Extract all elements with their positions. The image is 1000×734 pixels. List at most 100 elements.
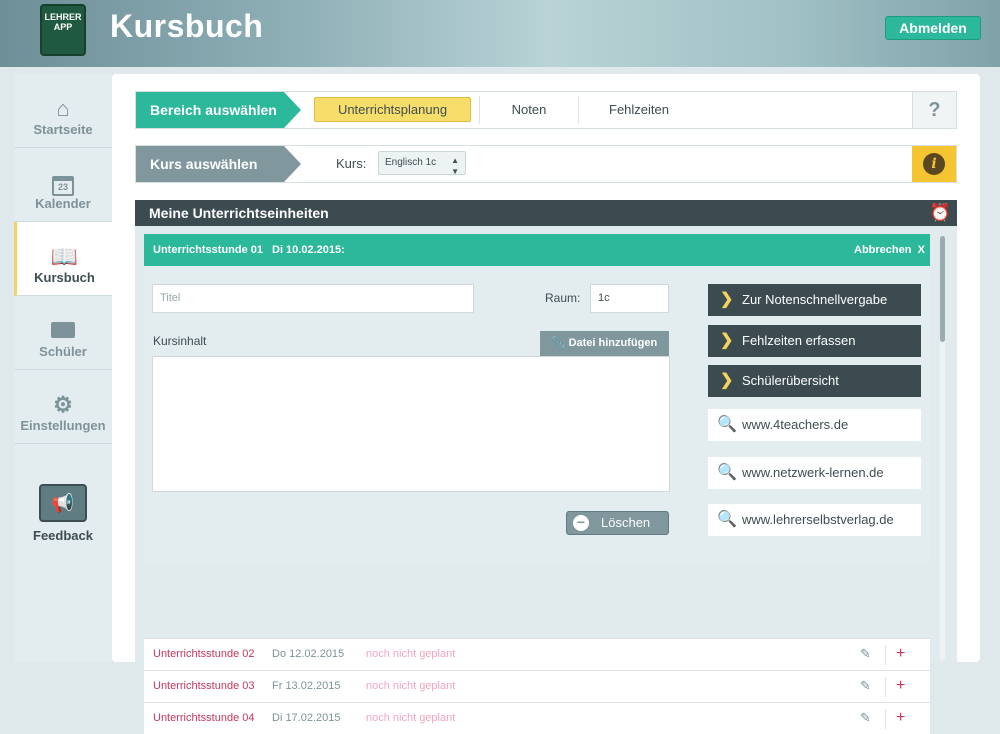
magnifier-icon: 🔍 bbox=[717, 511, 737, 528]
row-divider bbox=[885, 645, 886, 665]
feedback-label: Feedback bbox=[33, 528, 93, 543]
logout-button[interactable]: Abmelden bbox=[885, 16, 981, 40]
tab-noten[interactable]: Noten bbox=[480, 92, 578, 128]
lesson-name: Unterrichtsstunde 03 bbox=[153, 680, 255, 692]
scrollbar-thumb[interactable] bbox=[940, 236, 945, 342]
scrollbar[interactable] bbox=[940, 236, 945, 660]
panel-title: Meine Unterrichtseinheiten bbox=[149, 205, 329, 221]
course-bar-title: Kurs auswählen bbox=[136, 146, 301, 182]
link-label: www.netzwerk-lernen.de bbox=[742, 465, 884, 480]
lessons-panel: Meine Unterrichtseinheiten ⏰ Unterrichts… bbox=[135, 200, 957, 734]
lesson-name: Unterrichtsstunde 02 bbox=[153, 648, 255, 660]
lesson-row[interactable]: Unterrichtsstunde 02 Do 12.02.2015 noch … bbox=[144, 638, 930, 670]
panel-header: Meine Unterrichtseinheiten ⏰ bbox=[135, 200, 957, 226]
row-divider bbox=[885, 677, 886, 697]
plus-icon[interactable]: + bbox=[896, 639, 905, 669]
book-icon: 📖 bbox=[50, 244, 79, 269]
title-input[interactable]: Titel bbox=[152, 284, 474, 313]
lesson-status: noch nicht geplant bbox=[366, 680, 456, 692]
sidebar-item-schueler[interactable]: Schüler bbox=[14, 296, 112, 370]
active-lesson-header: Unterrichtsstunde 01 Di 10.02.2015: Abbr… bbox=[144, 234, 930, 266]
chevron-right-icon: ❯ bbox=[720, 291, 734, 308]
lesson-name: Unterrichtsstunde 04 bbox=[153, 712, 255, 724]
select-arrows-icon: ▲ ▼ bbox=[451, 156, 459, 176]
sidebar-item-label: Startseite bbox=[33, 122, 93, 137]
magnifier-icon: 🔍 bbox=[717, 416, 737, 433]
lesson-row[interactable]: Unterrichtsstunde 03 Fr 13.02.2015 noch … bbox=[144, 670, 930, 702]
lesson-row[interactable]: Unterrichtsstunde 04 Di 17.02.2015 noch … bbox=[144, 702, 930, 734]
page-title: Kursbuch bbox=[110, 8, 264, 44]
section-bar-title: Bereich auswählen bbox=[136, 92, 301, 128]
plus-icon[interactable]: + bbox=[896, 671, 905, 701]
main-content: Bereich auswählen Unterrichtsplanung Not… bbox=[112, 74, 980, 734]
home-icon: ⌂ bbox=[56, 96, 70, 121]
course-select[interactable]: Englisch 1c ▲ ▼ bbox=[378, 151, 466, 176]
link-netzwerk-lernen[interactable]: 🔍 www.netzwerk-lernen.de bbox=[708, 457, 921, 489]
tab-unterrichtsplanung[interactable]: Unterrichtsplanung bbox=[314, 97, 471, 122]
sidebar-item-label: Kursbuch bbox=[34, 270, 95, 285]
delete-label: Löschen bbox=[601, 515, 651, 530]
pencil-icon[interactable]: ✎ bbox=[860, 671, 871, 701]
sidebar-item-label: Kalender bbox=[35, 196, 91, 211]
sidebar: ⌂ Startseite 23 Kalender 📖 Kursbuch Schü… bbox=[14, 74, 112, 662]
info-button[interactable]: i bbox=[912, 146, 956, 182]
absences-button[interactable]: ❯ Fehlzeiten erfassen bbox=[708, 325, 921, 357]
link-4teachers[interactable]: 🔍 www.4teachers.de bbox=[708, 409, 921, 441]
raum-input[interactable]: 1c bbox=[590, 284, 669, 313]
kursinhalt-textarea[interactable] bbox=[152, 356, 670, 492]
action-label: Schülerübersicht bbox=[742, 373, 839, 388]
magnifier-icon: 🔍 bbox=[717, 464, 737, 481]
sidebar-item-kursbuch[interactable]: 📖 Kursbuch bbox=[14, 222, 112, 296]
sidebar-item-label: Schüler bbox=[39, 344, 87, 359]
active-lesson-date: Di 10.02.2015: bbox=[272, 244, 345, 256]
lesson-editor: Titel Raum: 1c Kursinhalt 📎 Datei hinzuf… bbox=[144, 266, 930, 564]
kursinhalt-label: Kursinhalt bbox=[153, 334, 207, 348]
delete-button[interactable]: − Löschen bbox=[566, 511, 669, 535]
lesson-date: Fr 13.02.2015 bbox=[272, 680, 341, 692]
link-lehrerselbstverlag[interactable]: 🔍 www.lehrerselbstverlag.de bbox=[708, 504, 921, 536]
cancel-button[interactable]: Abbrechen X bbox=[854, 234, 925, 266]
cancel-label: Abbrechen bbox=[854, 244, 912, 256]
lesson-date: Do 12.02.2015 bbox=[272, 648, 345, 660]
feedback-button[interactable]: 📢 Feedback bbox=[14, 484, 112, 543]
course-select-value: Englisch 1c bbox=[385, 157, 437, 168]
logo-text: LEHRER APP bbox=[44, 12, 82, 32]
pencil-icon[interactable]: ✎ bbox=[860, 703, 871, 733]
sidebar-item-kalender[interactable]: 23 Kalender bbox=[14, 148, 112, 222]
app-logo: LEHRER APP bbox=[40, 4, 86, 56]
attach-file-button[interactable]: 📎 Datei hinzufügen bbox=[540, 331, 669, 356]
sidebar-item-einstellungen[interactable]: ⚙ Einstellungen bbox=[14, 370, 112, 444]
link-label: www.lehrerselbstverlag.de bbox=[742, 512, 894, 527]
lesson-status: noch nicht geplant bbox=[366, 712, 456, 724]
app-header: LEHRER APP Kursbuch Abmelden bbox=[0, 0, 1000, 67]
action-label: Zur Notenschnellvergabe bbox=[742, 292, 888, 307]
chevron-right-icon: ❯ bbox=[720, 372, 734, 389]
sidebar-item-startseite[interactable]: ⌂ Startseite bbox=[14, 74, 112, 148]
raum-label: Raum: bbox=[545, 291, 581, 305]
paperclip-icon: 📎 bbox=[551, 337, 569, 349]
lesson-status: noch nicht geplant bbox=[366, 648, 456, 660]
chevron-right-icon: ❯ bbox=[720, 332, 734, 349]
kurs-label: Kurs: bbox=[336, 156, 367, 171]
student-overview-button[interactable]: ❯ Schülerübersicht bbox=[708, 365, 921, 397]
alarm-clock-icon[interactable]: ⏰ bbox=[930, 202, 951, 224]
info-icon: i bbox=[923, 153, 945, 175]
gear-icon: ⚙ bbox=[53, 392, 73, 417]
section-bar: Bereich auswählen Unterrichtsplanung Not… bbox=[135, 91, 957, 129]
attach-label: Datei hinzufügen bbox=[568, 337, 658, 349]
lesson-date: Di 17.02.2015 bbox=[272, 712, 341, 724]
sidebar-item-label: Einstellungen bbox=[20, 418, 106, 433]
pencil-icon[interactable]: ✎ bbox=[860, 639, 871, 669]
help-button[interactable]: ? bbox=[912, 92, 956, 128]
tab-fehlzeiten[interactable]: Fehlzeiten bbox=[579, 92, 699, 128]
student-card-icon bbox=[14, 318, 112, 344]
link-label: www.4teachers.de bbox=[742, 417, 849, 432]
calendar-icon: 23 bbox=[14, 170, 112, 196]
course-bar: Kurs auswählen Kurs: Englisch 1c ▲ ▼ i bbox=[135, 145, 957, 183]
row-divider bbox=[885, 709, 886, 729]
grades-quick-button[interactable]: ❯ Zur Notenschnellvergabe bbox=[708, 284, 921, 316]
calendar-day: 23 bbox=[52, 176, 74, 196]
megaphone-icon: 📢 bbox=[39, 484, 87, 522]
plus-icon[interactable]: + bbox=[896, 703, 905, 733]
close-icon: X bbox=[917, 244, 925, 256]
